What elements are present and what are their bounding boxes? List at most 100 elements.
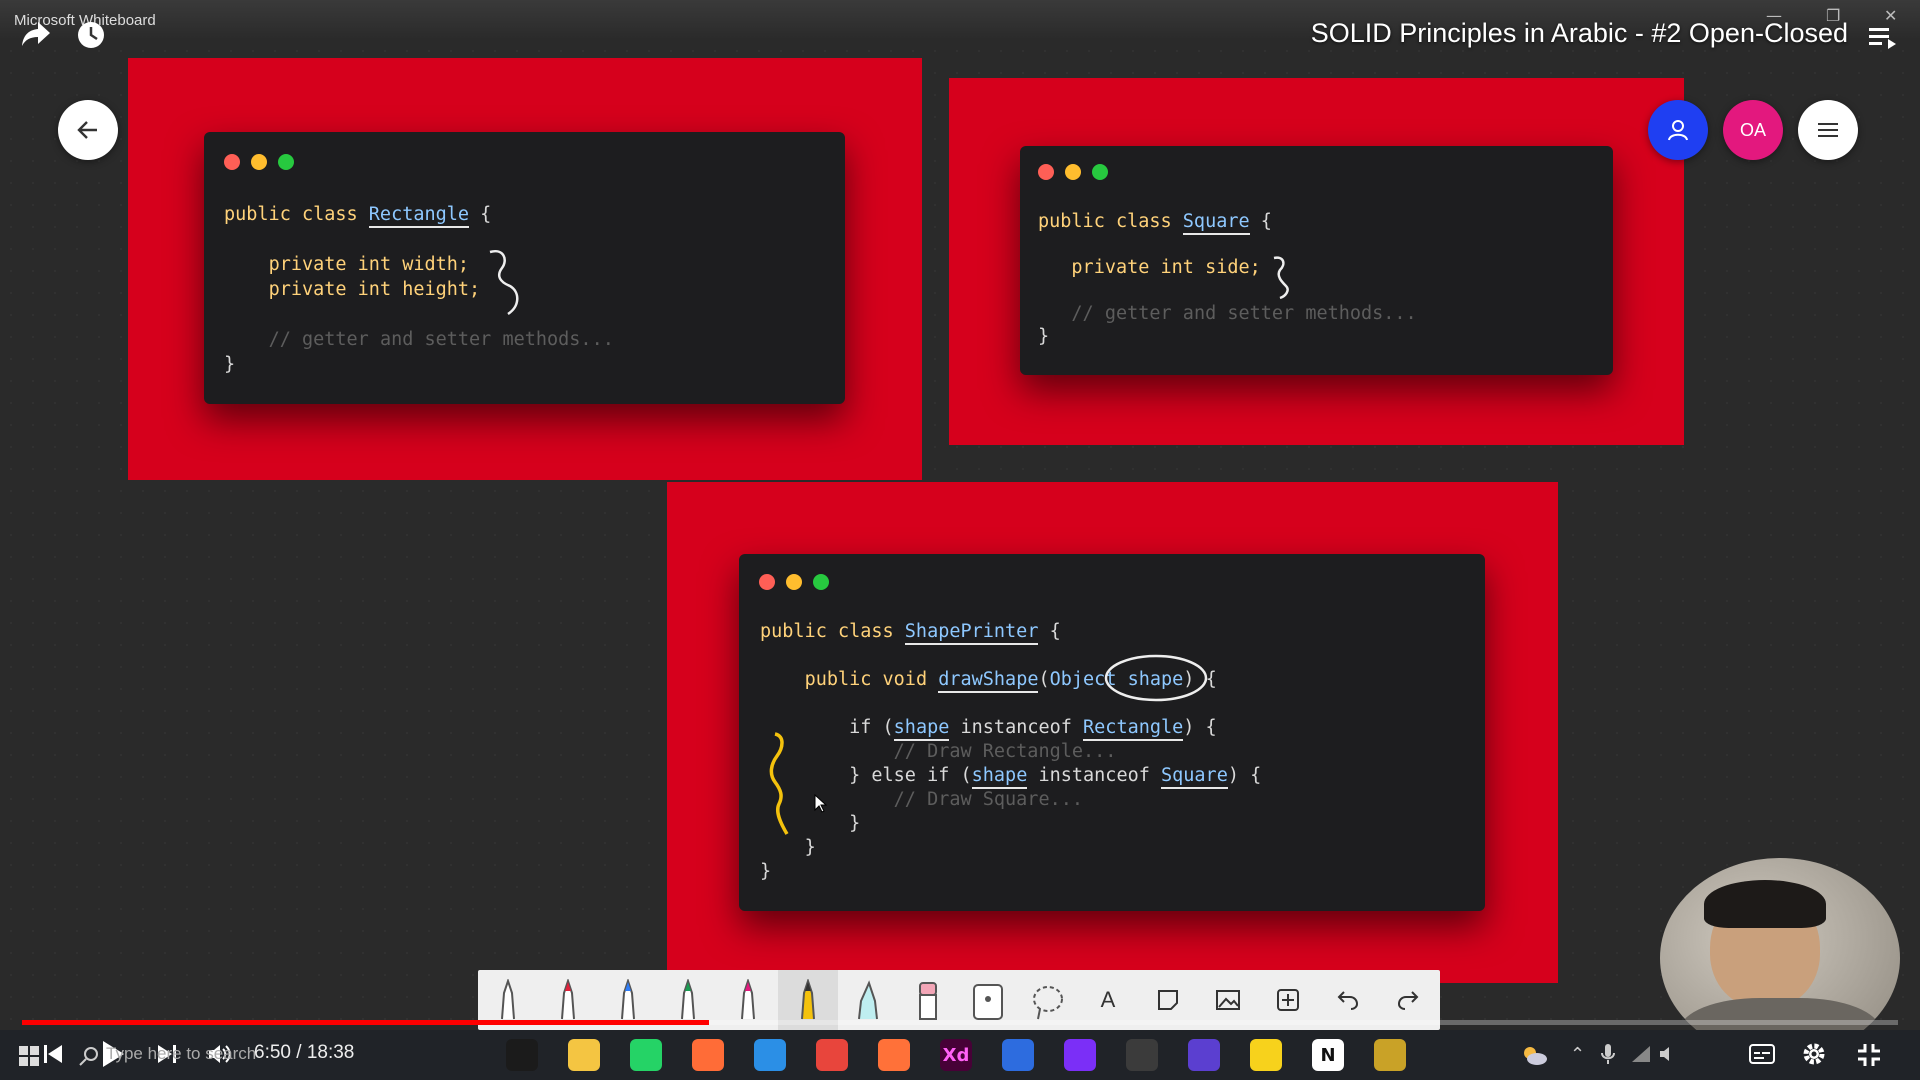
webcam-overlay [1660, 858, 1900, 1058]
postman-icon[interactable] [692, 1039, 724, 1071]
taskbar-search-input[interactable]: Type here to search [106, 1044, 256, 1064]
code-keyword: public class [224, 204, 358, 225]
code-paren: ) { [1183, 717, 1217, 738]
code-comment: // getter and setter methods... [1071, 303, 1417, 324]
code-card-rectangle[interactable]: public class Rectangle { private int wid… [204, 132, 845, 404]
code-keyword: public class [760, 621, 894, 642]
snip-icon[interactable] [1374, 1039, 1406, 1071]
code-type: Square [1161, 765, 1228, 789]
search-icon[interactable] [78, 1045, 100, 1071]
whiteboard-icon[interactable] [1002, 1039, 1034, 1071]
dot-green [1092, 164, 1108, 180]
video-progress-bar[interactable] [22, 1020, 1898, 1025]
code-brace: } [849, 813, 861, 834]
code-brace: } [804, 837, 816, 858]
settings-gear-icon[interactable] [1800, 1040, 1828, 1072]
user-initials: OA [1739, 119, 1766, 140]
share-icon[interactable] [20, 20, 52, 54]
code-card-square[interactable]: public class Square { private int side; … [1020, 146, 1613, 375]
code-else-if: } else if ( [849, 765, 972, 786]
code-var: shape [971, 765, 1028, 789]
class-name: ShapePrinter [904, 621, 1039, 645]
obs-icon[interactable] [1126, 1039, 1158, 1071]
file-explorer-icon[interactable] [568, 1039, 600, 1071]
code-paren: ( [1038, 669, 1050, 690]
class-name: Rectangle [368, 204, 470, 228]
notion-icon[interactable]: N [1312, 1039, 1344, 1071]
wifi-icon[interactable] [1630, 1044, 1652, 1068]
code-instanceof: instanceof [1027, 765, 1161, 786]
current-time: 6:50 [254, 1042, 291, 1063]
square-code: public class Square { private int side; … [1038, 210, 1417, 348]
video-time: 6:50 / 18:38 [254, 1042, 354, 1064]
code-comment: // Draw Square... [893, 789, 1084, 810]
xd-icon[interactable]: Xd [940, 1039, 972, 1071]
weather-icon[interactable] [1520, 1044, 1548, 1070]
class-name: Square [1182, 211, 1250, 235]
chrome-icon[interactable] [816, 1039, 848, 1071]
field-side: private int side; [1071, 257, 1261, 278]
code-keyword: public class [1038, 211, 1172, 232]
vscode-icon[interactable] [754, 1039, 786, 1071]
person-icon [1668, 120, 1688, 141]
dot-red [1038, 164, 1054, 180]
code-brace: { [469, 204, 492, 225]
close-icon[interactable]: ✕ [1884, 6, 1897, 25]
code-var: shape [893, 717, 950, 741]
arrow-left-icon [77, 121, 97, 139]
github-icon[interactable] [1188, 1039, 1220, 1071]
exit-fullscreen-icon[interactable] [1856, 1042, 1882, 1072]
microphone-icon[interactable] [1600, 1042, 1616, 1070]
windows-start-icon[interactable] [18, 1045, 40, 1071]
method-name: drawShape [938, 669, 1039, 693]
watch-later-icon[interactable] [76, 20, 106, 56]
captions-icon[interactable] [1748, 1042, 1776, 1070]
video-title[interactable]: SOLID Principles in Arabic - #2 Open-Clo… [1311, 18, 1848, 49]
rectangle-code: public class Rectangle { private int wid… [224, 202, 614, 377]
code-keyword: public void [804, 669, 928, 690]
firefox-icon[interactable] [878, 1039, 910, 1071]
dot-yellow [1065, 164, 1081, 180]
speaker-icon[interactable] [1658, 1044, 1680, 1068]
field-height: private int height; [268, 279, 481, 300]
intellij-icon[interactable] [506, 1039, 538, 1071]
field-width: private int width; [268, 254, 470, 275]
whatsapp-icon[interactable] [630, 1039, 662, 1071]
time-separator: / [290, 1042, 307, 1063]
code-brace: } [1038, 326, 1050, 347]
duration: 18:38 [306, 1042, 355, 1063]
code-if: if ( [849, 717, 894, 738]
podcast-icon[interactable] [1064, 1039, 1096, 1071]
window-dots [1038, 164, 1108, 180]
code-card-printer[interactable]: public class ShapePrinter { public void … [739, 554, 1485, 911]
window-dots [224, 154, 294, 170]
invite-button[interactable] [1648, 100, 1708, 160]
previous-icon[interactable] [42, 1042, 64, 1070]
sticky-notes-icon[interactable] [1250, 1039, 1282, 1071]
code-brace: { [1038, 621, 1061, 642]
code-comment: // Draw Rectangle... [893, 741, 1117, 762]
code-type: Rectangle [1083, 717, 1184, 741]
dot-yellow [251, 154, 267, 170]
hamburger-icon [1818, 123, 1838, 137]
window-dots [759, 574, 829, 590]
code-comment: // getter and setter methods... [268, 329, 614, 350]
code-instanceof: instanceof [949, 717, 1084, 738]
dot-red [759, 574, 775, 590]
printer-code: public class ShapePrinter { public void … [760, 620, 1261, 884]
text-tool-label: A [1100, 987, 1116, 1012]
param-name: shape [1127, 669, 1184, 690]
playlist-icon[interactable] [1868, 24, 1898, 58]
dot-green [278, 154, 294, 170]
back-button[interactable] [58, 100, 118, 160]
dot-yellow [786, 574, 802, 590]
video-progress-fill [22, 1020, 709, 1025]
chevron-up-icon[interactable]: ⌃ [1570, 1044, 1585, 1065]
code-brace: } [760, 861, 772, 882]
dot-green [813, 574, 829, 590]
code-brace: { [1249, 211, 1272, 232]
menu-button[interactable] [1798, 100, 1858, 160]
code-brace: } [224, 354, 236, 375]
user-avatar[interactable]: OA [1723, 100, 1783, 160]
param-type: Object [1049, 669, 1117, 690]
